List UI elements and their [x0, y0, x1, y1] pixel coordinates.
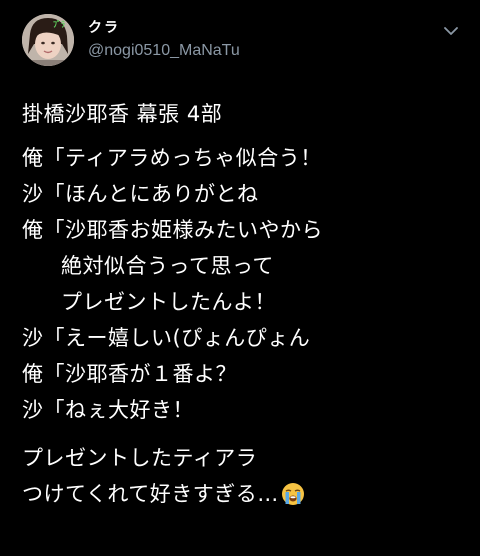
tweet-card: ﾌﾟﾗ クラ @nogi0510_MaNaTu 掛橋沙耶香 幕張 4部 俺「ティ…	[0, 0, 480, 556]
tweet-line: 沙「えー嬉しい(ぴょんぴょん	[22, 326, 311, 350]
tweet-line: プレゼントしたんよ！	[61, 290, 276, 314]
tweet-line-text: つけてくれて好きすぎる…	[22, 482, 279, 506]
avatar-photo-icon	[22, 14, 74, 66]
tweet-line: 俺「沙耶香が１番よ？	[22, 362, 237, 386]
loudly-crying-face-icon	[281, 483, 304, 505]
tweet-line: 掛橋沙耶香 幕張 4部	[22, 102, 223, 126]
avatar[interactable]: ﾌﾟﾗ	[22, 14, 74, 66]
tweet-line: 俺「ティアラめっちゃ似合う！	[22, 146, 322, 170]
tweet-text: 掛橋沙耶香 幕張 4部 俺「ティアラめっちゃ似合う！ 沙「ほんとにありがとね 俺…	[22, 96, 462, 512]
tweet-line: 沙「ほんとにありがとね	[22, 182, 259, 206]
tweet-line: 絶対似合うって思って	[61, 254, 274, 278]
tweet-line: 俺「沙耶香お姫様みたいやから	[22, 218, 323, 242]
author-names: クラ @nogi0510_MaNaTu	[88, 19, 240, 61]
tweet-header: ﾌﾟﾗ クラ @nogi0510_MaNaTu	[22, 14, 240, 66]
tweet-line: 沙「ねぇ大好き！	[22, 398, 194, 422]
display-name[interactable]: クラ	[88, 19, 240, 37]
tweet-line: プレゼントしたティアラ	[22, 446, 258, 470]
chevron-down-icon[interactable]	[444, 26, 458, 36]
tweet-line-last: つけてくれて好きすぎる…	[22, 476, 462, 512]
user-handle[interactable]: @nogi0510_MaNaTu	[88, 41, 240, 61]
avatar-label: ﾌﾟﾗ	[53, 20, 65, 29]
